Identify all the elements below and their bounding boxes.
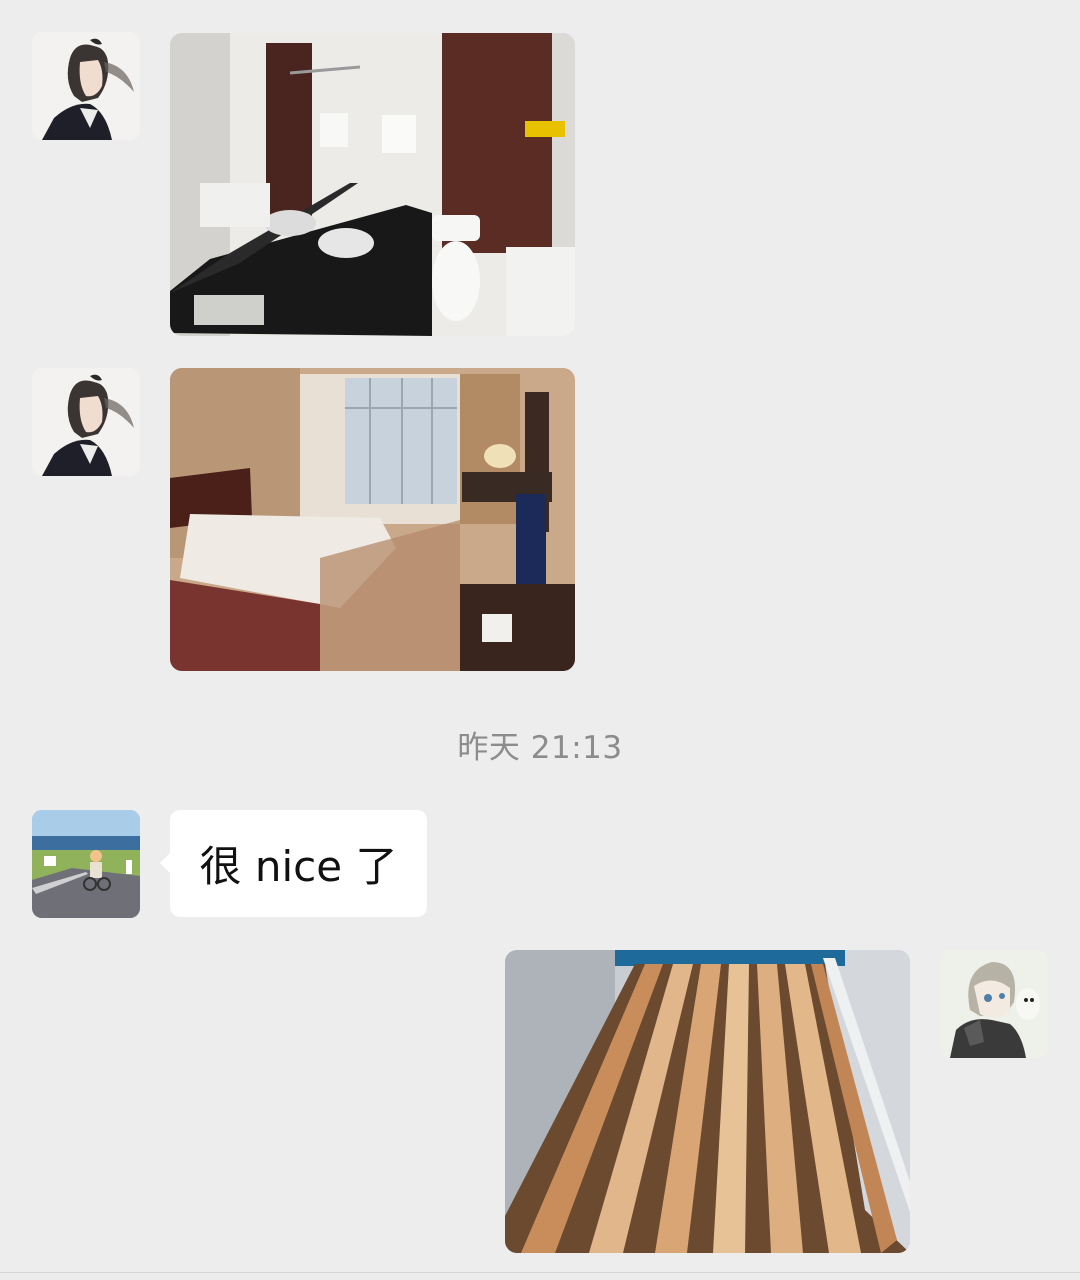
message-image-bedroom[interactable] bbox=[170, 368, 575, 671]
divider-line bbox=[0, 1272, 1080, 1273]
anime-boy-avatar-icon bbox=[940, 950, 1048, 1058]
road-cyclist-avatar-icon bbox=[32, 810, 140, 918]
anime-longhair-avatar-icon bbox=[32, 368, 140, 476]
anime-longhair-avatar-icon bbox=[32, 32, 140, 140]
chat-message-list[interactable]: 昨天 21:13 很 nice 了 bbox=[0, 0, 1080, 1280]
contact-avatar[interactable] bbox=[32, 32, 140, 140]
contact-avatar[interactable] bbox=[32, 810, 140, 918]
message-image-bathroom[interactable] bbox=[170, 33, 575, 336]
message-timestamp: 昨天 21:13 bbox=[457, 730, 623, 766]
text-message-bubble[interactable]: 很 nice 了 bbox=[160, 810, 427, 917]
message-image-bed-slats[interactable] bbox=[505, 950, 910, 1253]
message-text: 很 nice 了 bbox=[199, 842, 398, 891]
my-avatar[interactable] bbox=[940, 950, 1048, 1058]
contact-avatar[interactable] bbox=[32, 368, 140, 476]
